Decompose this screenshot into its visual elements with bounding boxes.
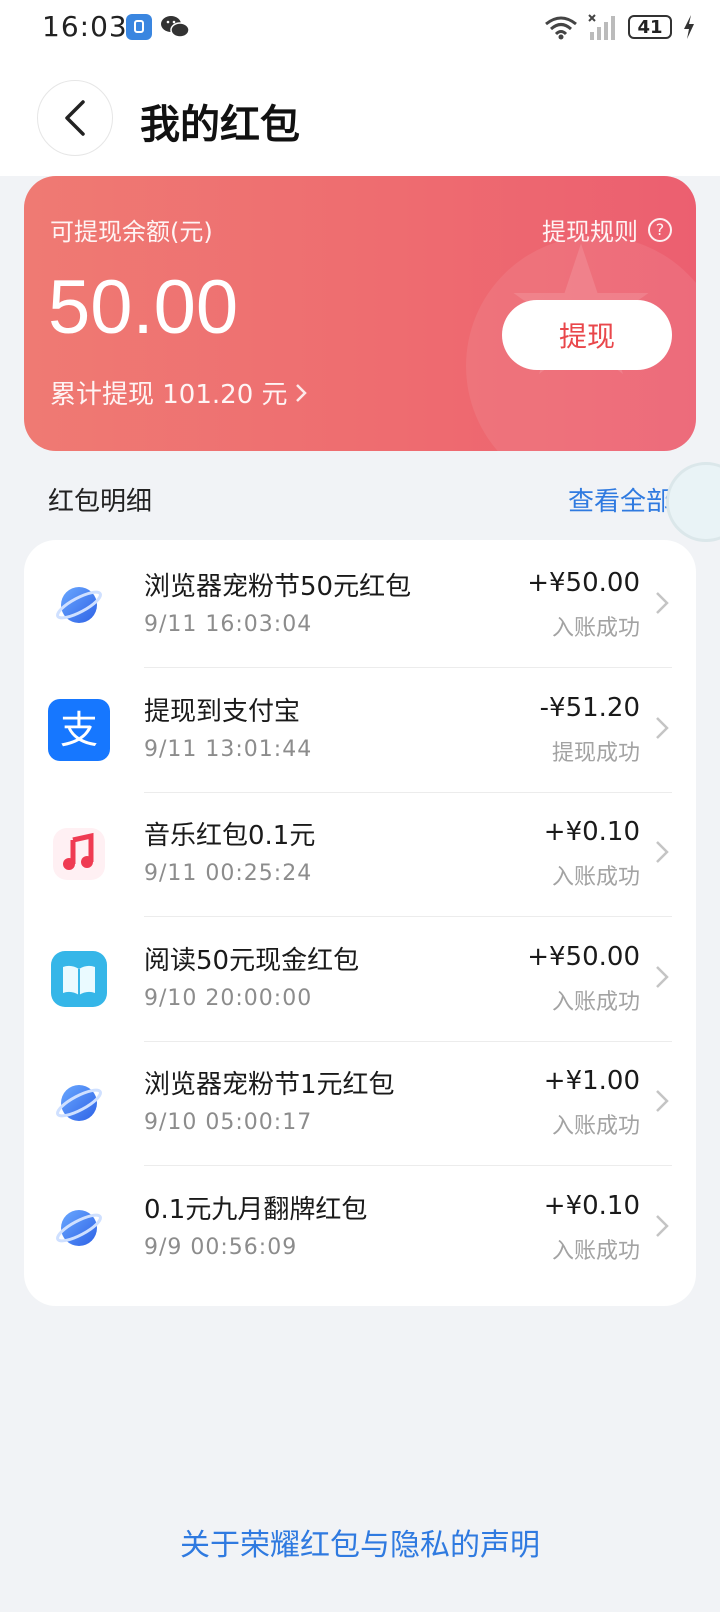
total-withdrawn-text: 累计提现 101.20 元 — [50, 380, 288, 410]
floating-assistant-button[interactable] — [666, 462, 720, 542]
transaction-amount: +¥50.00 — [527, 941, 640, 972]
transaction-title: 音乐红包0.1元 — [144, 821, 316, 851]
browser-planet-icon — [48, 1072, 110, 1134]
transaction-amount: -¥51.20 — [539, 692, 640, 723]
transaction-row[interactable]: 浏览器宠粉节1元红包 9/10 05:00:17 +¥1.00 入账成功 — [24, 1038, 696, 1166]
transaction-title: 阅读50元现金红包 — [144, 945, 360, 976]
balance-card: 可提现余额(元) 提现规则 ? 50.00 累计提现 101.20 元 提现 — [24, 176, 696, 451]
music-icon — [48, 823, 110, 885]
page-title: 我的红包 — [140, 102, 300, 148]
transaction-amount: +¥1.00 — [543, 1066, 640, 1096]
transaction-status: 入账成功 — [551, 1114, 640, 1139]
transaction-row[interactable]: 0.1元九月翻牌红包 9/9 00:56:09 +¥0.10 入账成功 — [24, 1163, 696, 1291]
wechat-icon — [161, 16, 190, 38]
section-title: 红包明细 — [48, 487, 153, 517]
book-icon — [48, 948, 110, 1010]
svg-text:支: 支 — [60, 708, 98, 752]
transaction-row[interactable]: 音乐红包0.1元 9/11 00:25:24 +¥0.10 入账成功 — [24, 789, 696, 917]
transaction-time: 9/9 00:56:09 — [144, 1234, 298, 1260]
chevron-right-icon — [656, 841, 669, 863]
transaction-title: 浏览器宠粉节50元红包 — [144, 572, 412, 602]
transaction-time: 9/11 13:01:44 — [144, 736, 313, 762]
transaction-status: 入账成功 — [551, 865, 640, 890]
browser-planet-icon — [48, 1197, 110, 1259]
alipay-icon: 支 — [48, 698, 110, 761]
privacy-statement-link[interactable]: 关于荣耀红包与隐私的声明 — [0, 1520, 720, 1564]
app-notification-icon — [126, 14, 152, 40]
transaction-time: 9/10 20:00:00 — [144, 985, 313, 1011]
chevron-right-icon — [295, 383, 307, 402]
transaction-time: 9/11 00:25:24 — [144, 861, 313, 886]
balance-amount: 50.00 — [48, 265, 239, 350]
chevron-right-icon — [656, 1090, 669, 1112]
chevron-right-icon — [656, 716, 669, 739]
header: 我的红包 — [0, 54, 720, 176]
chevron-right-icon — [656, 1214, 669, 1237]
battery-indicator: 41 — [628, 15, 672, 39]
signal-icon — [588, 14, 615, 40]
total-withdrawn-link[interactable]: 累计提现 101.20 元 — [50, 374, 308, 411]
transaction-title: 0.1元九月翻牌红包 — [144, 1194, 368, 1225]
transaction-amount: +¥0.10 — [543, 817, 640, 847]
chevron-left-icon — [65, 100, 85, 136]
transaction-row[interactable]: 浏览器宠粉节50元红包 9/11 16:03:04 +¥50.00 入账成功 — [24, 540, 696, 668]
transaction-status: 提现成功 — [551, 740, 640, 766]
back-button[interactable] — [37, 80, 113, 156]
transaction-status: 入账成功 — [551, 989, 640, 1015]
transaction-amount: +¥50.00 — [527, 568, 640, 598]
withdraw-rules-link[interactable]: 提现规则 ? — [542, 212, 672, 247]
status-bar: 16:03 41 — [0, 0, 720, 54]
transaction-time: 9/10 05:00:17 — [144, 1110, 313, 1135]
transaction-title: 浏览器宠粉节1元红包 — [144, 1070, 395, 1100]
balance-label: 可提现余额(元) — [50, 218, 213, 246]
transaction-status: 入账成功 — [551, 616, 640, 641]
transaction-time: 9/11 16:03:04 — [144, 612, 313, 637]
charging-icon — [684, 15, 694, 39]
battery-level: 41 — [637, 16, 663, 38]
transaction-row[interactable]: 阅读50元现金红包 9/10 20:00:00 +¥50.00 入账成功 — [24, 914, 696, 1042]
browser-planet-icon — [48, 574, 110, 636]
transaction-title: 提现到支付宝 — [144, 696, 301, 727]
transaction-amount: +¥0.10 — [543, 1190, 640, 1221]
transaction-row[interactable]: 支 提现到支付宝 9/11 13:01:44 -¥51.20 提现成功 — [24, 665, 696, 793]
withdraw-button[interactable]: 提现 — [502, 300, 672, 370]
chevron-right-icon — [656, 965, 669, 988]
view-all-link[interactable]: 查看全部 — [568, 481, 672, 518]
wifi-icon — [545, 16, 577, 40]
rules-label: 提现规则 — [542, 218, 638, 246]
transaction-list: 浏览器宠粉节50元红包 9/11 16:03:04 +¥50.00 入账成功支提现到支… — [24, 540, 696, 1306]
transaction-status: 入账成功 — [551, 1238, 640, 1264]
chevron-right-icon — [656, 592, 669, 614]
status-time: 16:03 — [42, 10, 128, 43]
question-icon: ? — [648, 217, 672, 242]
